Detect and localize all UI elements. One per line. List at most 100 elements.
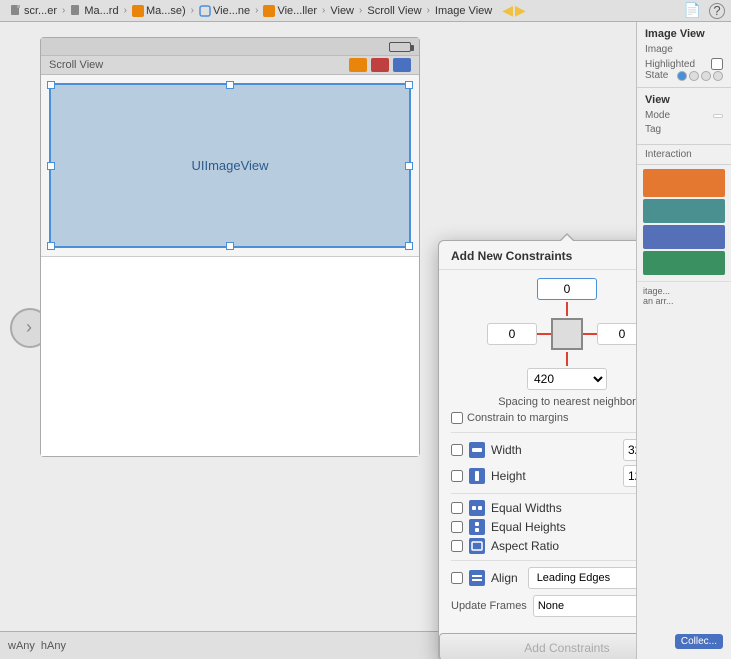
width-label: Width	[491, 443, 617, 457]
width-select[interactable]: 320	[623, 439, 636, 461]
breadcrumb-bar: scr...er › Ma...rd › Ma...se) › Vie...ne…	[0, 0, 731, 22]
breadcrumb-item-3[interactable]: Ma...se)	[128, 5, 190, 17]
help-icon[interactable]: ?	[709, 3, 725, 19]
breadcrumb-item-6[interactable]: View	[326, 5, 358, 17]
nearest-neighbor-label: Spacing to nearest neighbor	[451, 396, 636, 408]
resize-handle-tr[interactable]	[405, 81, 413, 89]
divider-2	[451, 493, 636, 494]
breadcrumb-item-2[interactable]: Ma...rd	[66, 5, 122, 17]
image-view-container: UIImageView	[49, 83, 411, 248]
remaining-scroll-area	[41, 256, 419, 456]
nav-forward-arrow[interactable]: ▶	[515, 2, 526, 19]
resize-handle-bl[interactable]	[47, 242, 55, 250]
breadcrumb-sep-3: ›	[191, 5, 194, 16]
align-select[interactable]: Leading Edges	[528, 567, 636, 589]
breadcrumb-sep-6: ›	[359, 5, 362, 16]
top-right-icons: 📄 ?	[684, 2, 725, 19]
height-select[interactable]: 128	[623, 465, 636, 487]
aspect-ratio-checkbox[interactable]	[451, 540, 463, 552]
highlighted-checkbox[interactable]	[711, 58, 723, 70]
resize-handle-br[interactable]	[405, 242, 413, 250]
spacing-left-input[interactable]	[487, 323, 537, 345]
divider-1	[451, 432, 636, 433]
popover-arrow	[559, 233, 575, 241]
highlighted-label: Highlighted	[645, 59, 695, 70]
align-checkbox[interactable]	[451, 572, 463, 584]
constrain-margins-checkbox[interactable]	[451, 412, 463, 424]
resize-handle-tl[interactable]	[47, 81, 55, 89]
spacing-bottom-select[interactable]: 420	[527, 368, 607, 390]
equal-widths-icon	[469, 500, 485, 516]
scroll-view-bar: Scroll View	[41, 56, 419, 75]
uiimageview-label: UIImageView	[191, 158, 268, 173]
device-frame: Scroll View UIImageView	[40, 37, 420, 457]
state-dot-3[interactable]	[701, 71, 711, 81]
equal-widths-row: Equal Widths	[451, 500, 636, 516]
constrain-margins-label: Constrain to margins	[467, 412, 569, 424]
equal-heights-icon	[469, 519, 485, 535]
mode-label: Mode	[645, 110, 670, 121]
state-dots	[677, 71, 723, 81]
resize-handle-tc[interactable]	[226, 81, 234, 89]
equal-heights-row: Equal Heights	[451, 519, 636, 535]
color-block-blue	[643, 225, 725, 249]
resize-handle-mr[interactable]	[405, 162, 413, 170]
device-status-bar	[41, 38, 419, 56]
wany-label: wAny	[8, 640, 35, 652]
height-row: Height 128	[451, 465, 636, 487]
spacing-top-input[interactable]	[537, 278, 597, 300]
view-section: View Mode Tag	[637, 88, 731, 145]
resize-handle-ml[interactable]	[47, 162, 55, 170]
width-row: Width 320	[451, 439, 636, 461]
interaction-section: Interaction	[637, 145, 731, 165]
toolbar-icon-3[interactable]	[393, 58, 411, 72]
add-constraints-button[interactable]: Add Constraints	[439, 633, 636, 659]
mode-value[interactable]	[713, 114, 723, 118]
toolbar-icon-1[interactable]	[349, 58, 367, 72]
equal-heights-checkbox[interactable]	[451, 521, 463, 533]
state-dot-1[interactable]	[677, 71, 687, 81]
width-checkbox[interactable]	[451, 444, 463, 456]
breadcrumb-sep-5: ›	[322, 5, 325, 16]
constraints-popover: Add New Constraints	[438, 240, 636, 659]
breadcrumb-sep: ›	[62, 5, 65, 16]
popover-title: Add New Constraints	[439, 241, 636, 270]
collection-button[interactable]: Collec...	[675, 634, 723, 649]
breadcrumb-item-5[interactable]: Vie...ller	[259, 5, 321, 17]
state-row: State	[645, 70, 723, 81]
equal-widths-checkbox[interactable]	[451, 502, 463, 514]
nav-arrows: ◀ ▶	[502, 2, 526, 19]
breadcrumb-item-8[interactable]: Image View	[431, 5, 496, 17]
scroll-view-label: Scroll View	[49, 59, 103, 71]
color-blocks	[637, 165, 731, 281]
spacing-right-input[interactable]	[597, 323, 636, 345]
breadcrumb-item-4[interactable]: Vie...ne	[195, 5, 254, 17]
aspect-ratio-label: Aspect Ratio	[491, 539, 559, 553]
breadcrumb-item-7[interactable]: Scroll View	[363, 5, 425, 17]
resize-handle-bc[interactable]	[226, 242, 234, 250]
height-checkbox[interactable]	[451, 470, 463, 482]
state-dot-4[interactable]	[713, 71, 723, 81]
spacing-visual: 420	[451, 278, 636, 390]
color-block-teal	[643, 199, 725, 223]
collection-section: Collec...	[675, 634, 723, 649]
footer-text-2: an arr...	[643, 296, 725, 306]
toolbar-icon-2[interactable]	[371, 58, 389, 72]
view-icon	[199, 5, 211, 17]
breadcrumb-item-1[interactable]: scr...er	[6, 5, 61, 17]
battery-icon	[389, 42, 411, 52]
align-icon	[469, 570, 485, 586]
constrain-margins-row: Constrain to margins	[451, 412, 636, 424]
highlighted-row: Highlighted	[645, 58, 723, 70]
right-sidebar: Image View Image Highlighted State	[636, 22, 731, 659]
nav-back-arrow[interactable]: ◀	[502, 2, 513, 19]
aspect-ratio-icon	[469, 538, 485, 554]
align-row: Align Leading Edges	[451, 567, 636, 589]
document-icon[interactable]: 📄	[684, 2, 701, 19]
state-dot-2[interactable]	[689, 71, 699, 81]
right-panel-footer: itage... an arr...	[637, 281, 731, 310]
height-label: Height	[491, 469, 617, 483]
view-title: View	[645, 94, 723, 106]
update-frames-select[interactable]: None	[533, 595, 636, 617]
align-label: Align	[491, 571, 518, 585]
